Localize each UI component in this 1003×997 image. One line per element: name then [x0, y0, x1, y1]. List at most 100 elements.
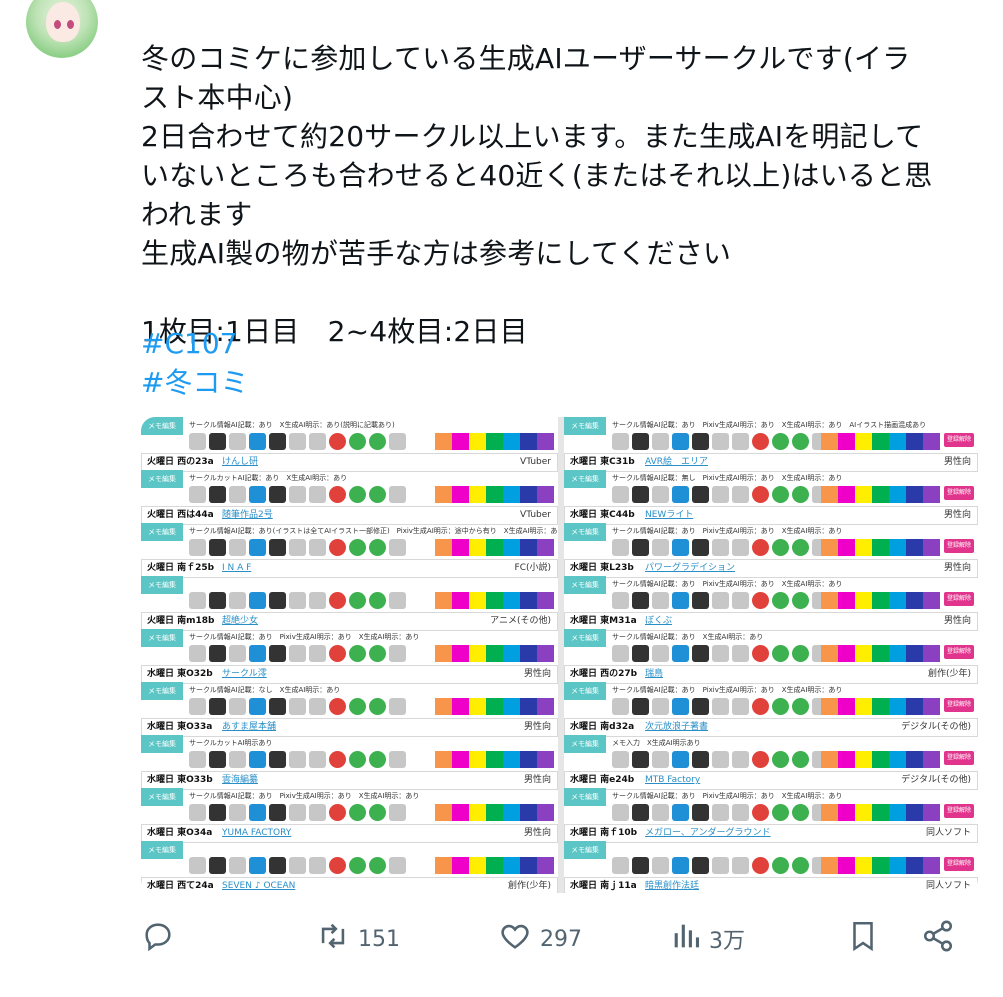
color-swatch[interactable]	[906, 592, 923, 609]
color-swatch[interactable]	[469, 539, 486, 556]
color-swatch[interactable]	[923, 804, 940, 821]
circle-icon[interactable]	[612, 857, 629, 874]
shop-icon[interactable]	[329, 486, 346, 503]
color-swatch[interactable]	[821, 751, 838, 768]
globe-icon[interactable]	[369, 698, 386, 715]
color-swatch[interactable]	[537, 751, 554, 768]
bookmark-icon[interactable]	[772, 804, 789, 821]
link-icon[interactable]	[732, 698, 749, 715]
color-swatch[interactable]	[503, 592, 520, 609]
circle-icon[interactable]	[189, 539, 206, 556]
color-swatch[interactable]	[486, 592, 503, 609]
unregister-button[interactable]: 登録解除	[944, 698, 974, 712]
globe-icon[interactable]	[369, 539, 386, 556]
pixiv-icon[interactable]	[249, 645, 266, 662]
color-swatch[interactable]	[821, 433, 838, 450]
color-swatch[interactable]	[520, 539, 537, 556]
color-swatch[interactable]	[537, 645, 554, 662]
color-swatch[interactable]	[452, 592, 469, 609]
color-swatch[interactable]	[537, 857, 554, 874]
color-swatch[interactable]	[486, 433, 503, 450]
circle-icon[interactable]	[612, 698, 629, 715]
color-swatch[interactable]	[537, 539, 554, 556]
link-icon[interactable]	[309, 592, 326, 609]
color-swatch[interactable]	[452, 645, 469, 662]
bookmark-button[interactable]	[846, 917, 880, 961]
circle-icon[interactable]	[612, 486, 629, 503]
color-swatch[interactable]	[503, 645, 520, 662]
views-button[interactable]: 3万	[669, 917, 745, 961]
color-swatch[interactable]	[537, 486, 554, 503]
circle-name-link[interactable]: YUMA FACTORY	[222, 825, 291, 842]
color-swatch[interactable]	[872, 645, 889, 662]
color-swatch[interactable]	[435, 751, 452, 768]
globe-icon[interactable]	[792, 804, 809, 821]
mail-icon[interactable]	[289, 539, 306, 556]
x-icon[interactable]	[692, 592, 709, 609]
bookmark-icon[interactable]	[772, 645, 789, 662]
memo-edit-button[interactable]: メモ編集	[564, 629, 606, 647]
color-swatch[interactable]	[452, 539, 469, 556]
color-swatch[interactable]	[503, 857, 520, 874]
pixiv-icon[interactable]	[672, 539, 689, 556]
circle-name-link[interactable]: MTB Factory	[645, 772, 700, 789]
color-swatch[interactable]	[435, 645, 452, 662]
x-icon[interactable]	[692, 539, 709, 556]
color-swatch[interactable]	[537, 433, 554, 450]
circle-name-link[interactable]: 超絶少女	[222, 613, 258, 630]
color-swatch[interactable]	[486, 539, 503, 556]
qr-icon[interactable]	[389, 433, 406, 450]
unregister-button[interactable]: 登録解除	[944, 486, 974, 500]
book-icon[interactable]	[632, 592, 649, 609]
mail-icon[interactable]	[289, 804, 306, 821]
shop-icon[interactable]	[752, 857, 769, 874]
color-swatch[interactable]	[469, 645, 486, 662]
color-swatch[interactable]	[469, 433, 486, 450]
globe-icon[interactable]	[792, 857, 809, 874]
globe-icon[interactable]	[369, 645, 386, 662]
globe-icon[interactable]	[369, 804, 386, 821]
mail-icon[interactable]	[712, 433, 729, 450]
book-icon[interactable]	[209, 645, 226, 662]
circle-name-link[interactable]: 雲海編纂	[222, 772, 258, 789]
circle-icon[interactable]	[612, 433, 629, 450]
color-swatch[interactable]	[435, 539, 452, 556]
color-swatch[interactable]	[889, 539, 906, 556]
bookmark-icon[interactable]	[772, 751, 789, 768]
globe-icon[interactable]	[369, 592, 386, 609]
color-swatch[interactable]	[486, 698, 503, 715]
color-swatch[interactable]	[520, 804, 537, 821]
color-swatch[interactable]	[906, 698, 923, 715]
color-swatch[interactable]	[469, 804, 486, 821]
x-icon[interactable]	[269, 645, 286, 662]
x-icon[interactable]	[692, 698, 709, 715]
color-swatch[interactable]	[855, 486, 872, 503]
qr-icon[interactable]	[389, 539, 406, 556]
memo-edit-button[interactable]: メモ編集	[141, 523, 183, 541]
shop-icon[interactable]	[752, 698, 769, 715]
color-swatch[interactable]	[537, 698, 554, 715]
circle-icon[interactable]	[612, 592, 629, 609]
book-icon[interactable]	[209, 698, 226, 715]
shop-icon[interactable]	[752, 486, 769, 503]
color-swatch[interactable]	[855, 645, 872, 662]
color-swatch[interactable]	[855, 698, 872, 715]
mail-icon[interactable]	[712, 751, 729, 768]
color-swatch[interactable]	[821, 645, 838, 662]
color-swatch[interactable]	[503, 539, 520, 556]
shop-icon[interactable]	[329, 698, 346, 715]
memo-edit-button[interactable]: メモ編集	[564, 523, 606, 541]
bookmark-icon[interactable]	[349, 698, 366, 715]
globe-icon[interactable]	[792, 645, 809, 662]
color-swatch[interactable]	[435, 857, 452, 874]
color-swatch[interactable]	[889, 698, 906, 715]
color-swatch[interactable]	[838, 698, 855, 715]
bookmark-icon[interactable]	[772, 486, 789, 503]
circle-icon[interactable]	[189, 433, 206, 450]
circle-icon[interactable]	[189, 645, 206, 662]
memo-edit-button[interactable]: メモ編集	[564, 735, 606, 753]
book-icon[interactable]	[652, 433, 669, 450]
book-icon[interactable]	[652, 539, 669, 556]
color-swatch[interactable]	[889, 486, 906, 503]
unregister-button[interactable]: 登録解除	[944, 433, 974, 447]
